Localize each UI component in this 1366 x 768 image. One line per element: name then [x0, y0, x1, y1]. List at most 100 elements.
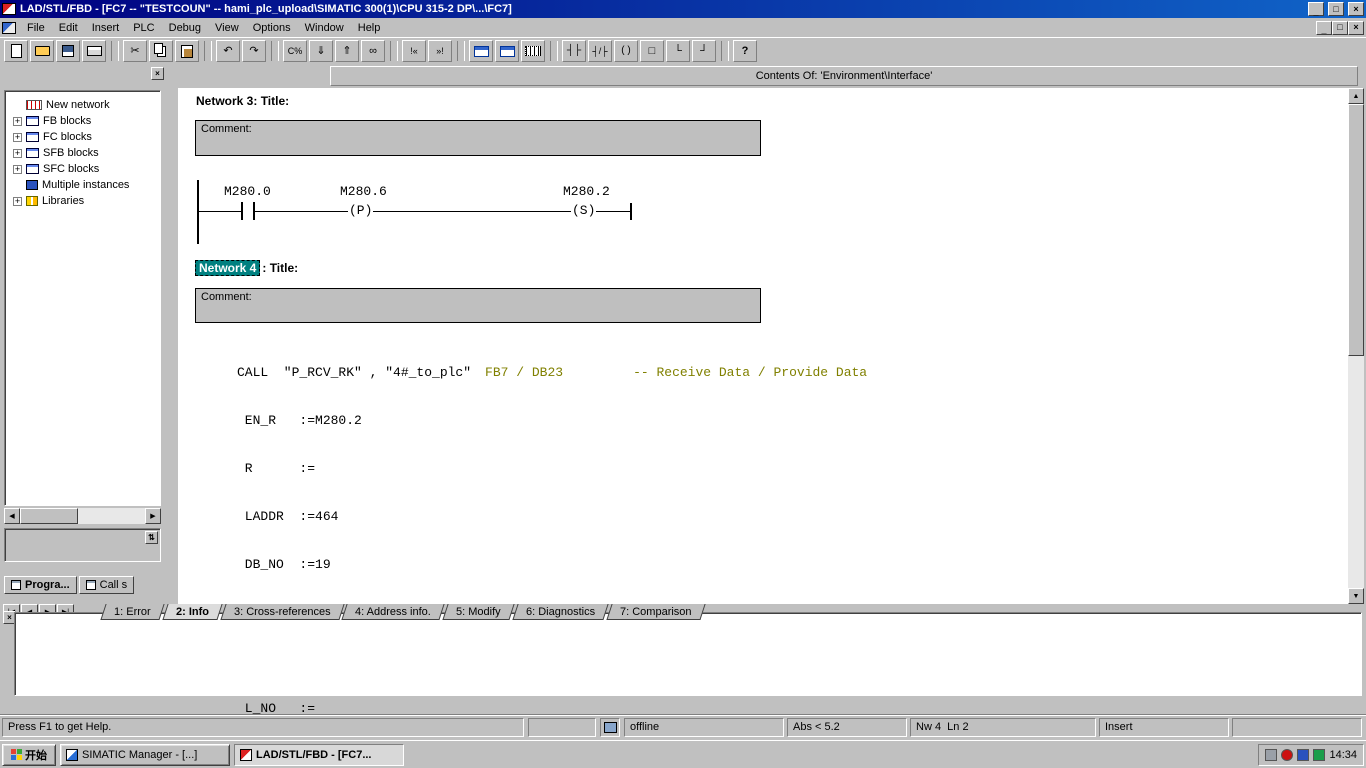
s-coil-operand[interactable]: M280.2 — [563, 184, 610, 199]
menu-insert[interactable]: Insert — [85, 21, 127, 35]
tray-status-green-icon[interactable] — [1313, 748, 1326, 761]
download-icon[interactable]: ⇓ — [309, 40, 333, 62]
undo-icon[interactable]: ↶ — [216, 40, 240, 62]
next-error-icon[interactable]: »! — [428, 40, 452, 62]
code-editor[interactable]: Network 3: Title: Comment: M280.0 M280.6… — [178, 88, 1348, 764]
contact-bar-right[interactable] — [253, 202, 255, 220]
close-branch-icon[interactable]: ┘ — [692, 40, 716, 62]
clock[interactable]: 14:34 — [1329, 749, 1357, 761]
tab-error[interactable]: 1: Error — [100, 604, 165, 620]
expand-plus-icon[interactable]: + — [13, 164, 22, 174]
p-coil-symbol[interactable]: (P) — [348, 203, 374, 218]
start-button[interactable]: 开始 — [2, 743, 56, 766]
tab-address-info[interactable]: 4: Address info. — [341, 604, 445, 620]
print-icon[interactable] — [82, 40, 106, 62]
taskbar-button-lad-stl-fbd[interactable]: LAD/STL/FBD - [FC7... — [234, 743, 404, 766]
keyboard-layout-icon[interactable] — [1265, 748, 1278, 761]
contact-bar-left[interactable] — [241, 202, 243, 220]
scrollbar-thumb[interactable] — [1348, 104, 1364, 356]
monitor-variable-icon[interactable]: ∞ — [361, 40, 385, 62]
mdi-restore-button[interactable]: □ — [1332, 20, 1348, 35]
menu-help[interactable]: Help — [351, 21, 388, 35]
mdi-minimize-button[interactable]: _ — [1316, 20, 1332, 35]
editor-vertical-scrollbar[interactable]: ▲ ▼ — [1348, 88, 1364, 604]
expand-plus-icon[interactable]: + — [13, 196, 22, 206]
tab-program-elements[interactable]: Progra... — [4, 576, 77, 594]
close-button[interactable]: × — [1348, 2, 1364, 16]
tree-item-fc-blocks[interactable]: + FC blocks — [5, 129, 160, 145]
program-elements-tree[interactable]: New network + FB blocks + FC blocks + SF… — [4, 90, 161, 506]
overview-detail-box[interactable]: ⇅ — [4, 528, 161, 562]
scroll-left-icon[interactable]: ◀ — [4, 508, 20, 524]
output-content[interactable] — [14, 612, 1362, 696]
tab-diagnostics[interactable]: 6: Diagnostics — [512, 604, 609, 620]
normally-closed-contact-icon[interactable]: ┤/├ — [588, 40, 612, 62]
tab-info[interactable]: 2: Info — [162, 604, 223, 620]
scroll-up-icon[interactable]: ▲ — [1348, 88, 1364, 104]
taskbar-button-simatic-manager[interactable]: SIMATIC Manager - [...] — [60, 743, 230, 766]
network4-selected-badge[interactable]: Network 4 — [195, 260, 261, 276]
tab-call-structure[interactable]: Call s — [78, 576, 135, 594]
open-branch-icon[interactable]: └ — [666, 40, 690, 62]
empty-box-icon[interactable]: □ — [640, 40, 664, 62]
scroll-right-icon[interactable]: ▶ — [145, 508, 161, 524]
code-line[interactable]: DB_NO :=19 — [237, 557, 867, 573]
tree-item-sfb-blocks[interactable]: + SFB blocks — [5, 145, 160, 161]
code-line[interactable]: EN_R :=M280.2 — [237, 413, 867, 429]
tree-item-fb-blocks[interactable]: + FB blocks — [5, 113, 160, 129]
cut-icon[interactable]: ✂ — [123, 40, 147, 62]
split-window-icon[interactable] — [469, 40, 493, 62]
network4-title[interactable]: Network 4: Title: — [195, 260, 298, 276]
mdi-close-button[interactable]: × — [1348, 20, 1364, 35]
block-consistency-icon[interactable]: C% — [283, 40, 307, 62]
new-network-icon[interactable] — [521, 40, 545, 62]
restore-button[interactable]: □ — [1328, 2, 1344, 16]
expand-plus-icon[interactable]: + — [13, 148, 22, 158]
new-icon[interactable] — [4, 40, 28, 62]
menu-edit[interactable]: Edit — [52, 21, 85, 35]
s-coil-symbol[interactable]: (S) — [571, 203, 597, 218]
menu-view[interactable]: View — [208, 21, 246, 35]
menu-file[interactable]: File — [20, 21, 52, 35]
tray-status-blue-icon[interactable] — [1297, 748, 1310, 761]
tree-item-sfc-blocks[interactable]: + SFC blocks — [5, 161, 160, 177]
network3-title[interactable]: Network 3: Title: — [196, 94, 289, 108]
redo-icon[interactable]: ↷ — [242, 40, 266, 62]
help-cursor-icon[interactable]: ? — [733, 40, 757, 62]
tree-horizontal-scrollbar[interactable]: ◀ ▶ — [4, 508, 161, 524]
save-icon[interactable] — [56, 40, 80, 62]
open-icon[interactable] — [30, 40, 54, 62]
minimize-button[interactable]: _ — [1308, 2, 1324, 16]
p-coil-operand[interactable]: M280.6 — [340, 184, 387, 199]
scrollbar-thumb[interactable] — [20, 508, 78, 524]
tab-cross-references[interactable]: 3: Cross-references — [220, 604, 344, 620]
resize-toggle-icon[interactable]: ⇅ — [145, 531, 158, 544]
copy-icon[interactable] — [149, 40, 173, 62]
network4-comment-box[interactable]: Comment: — [195, 288, 761, 323]
menu-plc[interactable]: PLC — [126, 21, 161, 35]
app-icon[interactable] — [2, 3, 16, 15]
tray-status-red-icon[interactable] — [1281, 748, 1294, 761]
upload-icon[interactable]: ⇑ — [335, 40, 359, 62]
tab-modify[interactable]: 5: Modify — [442, 604, 515, 620]
expand-plus-icon[interactable]: + — [13, 132, 22, 142]
tree-item-new-network[interactable]: New network — [5, 97, 160, 113]
menu-window[interactable]: Window — [298, 21, 351, 35]
coil-icon[interactable]: ( ) — [614, 40, 638, 62]
paste-icon[interactable] — [175, 40, 199, 62]
code-line-call[interactable]: CALL "P_RCV_RK" , "4#_to_plc" FB7 / DB23-… — [237, 365, 867, 381]
code-line[interactable]: LADDR :=464 — [237, 509, 867, 525]
expand-plus-icon[interactable]: + — [13, 116, 22, 126]
document-icon[interactable] — [2, 21, 16, 34]
code-line[interactable]: R := — [237, 461, 867, 477]
menu-options[interactable]: Options — [246, 21, 298, 35]
tab-comparison[interactable]: 7: Comparison — [606, 604, 705, 620]
pane-close-icon[interactable]: × — [151, 67, 164, 80]
tree-item-multiple-instances[interactable]: Multiple instances — [5, 177, 160, 193]
detail-view-icon[interactable] — [495, 40, 519, 62]
previous-error-icon[interactable]: !« — [402, 40, 426, 62]
contact-operand[interactable]: M280.0 — [224, 184, 271, 199]
normally-open-contact-icon[interactable]: ┤├ — [562, 40, 586, 62]
menu-debug[interactable]: Debug — [162, 21, 208, 35]
tree-item-libraries[interactable]: + Libraries — [5, 193, 160, 209]
